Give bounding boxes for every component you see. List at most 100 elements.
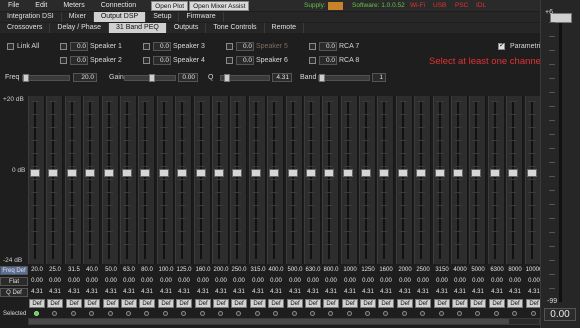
band-def-button[interactable]: Def bbox=[470, 299, 486, 308]
eq-band-21[interactable] bbox=[396, 96, 413, 264]
eq-band-track[interactable] bbox=[71, 101, 73, 259]
eq-band-10[interactable] bbox=[194, 96, 211, 264]
menu-connection[interactable]: Connection bbox=[93, 2, 144, 9]
band-def-button[interactable]: Def bbox=[213, 299, 229, 308]
master-fader[interactable] bbox=[540, 0, 580, 328]
band-select-radio[interactable] bbox=[475, 311, 480, 316]
eq-band-track[interactable] bbox=[108, 101, 110, 259]
eq-band-thumb[interactable] bbox=[232, 168, 242, 177]
eq-band-thumb[interactable] bbox=[361, 168, 371, 177]
eq-band-track[interactable] bbox=[292, 101, 294, 259]
band-def-button[interactable]: Def bbox=[489, 299, 505, 308]
band-select-radio[interactable] bbox=[531, 311, 536, 316]
menu-file[interactable]: File bbox=[0, 2, 27, 9]
eq-band-15[interactable] bbox=[286, 96, 303, 264]
eq-band-thumb[interactable] bbox=[140, 168, 150, 177]
band-select-radio[interactable] bbox=[383, 311, 388, 316]
link-all-checkbox[interactable] bbox=[7, 43, 14, 50]
eq-band-16[interactable] bbox=[304, 96, 321, 264]
band-def-button[interactable]: Def bbox=[378, 299, 394, 308]
eq-band-thumb[interactable] bbox=[343, 168, 353, 177]
band-def-button[interactable]: Def bbox=[397, 299, 413, 308]
band-slider-thumb[interactable] bbox=[319, 74, 325, 82]
band-select-radio[interactable] bbox=[273, 311, 278, 316]
eq-band-track[interactable] bbox=[420, 101, 422, 259]
eq-band-track[interactable] bbox=[494, 101, 496, 259]
band-select-radio[interactable] bbox=[236, 311, 241, 316]
eq-band-thumb[interactable] bbox=[122, 168, 132, 177]
band-select-radio[interactable] bbox=[512, 311, 517, 316]
band-def-button[interactable]: Def bbox=[342, 299, 358, 308]
eq-band-track[interactable] bbox=[273, 101, 275, 259]
eq-band-track[interactable] bbox=[512, 101, 514, 259]
channel-gain-6[interactable]: 0.0 bbox=[236, 56, 254, 65]
channel-gain-8[interactable]: 0.0 bbox=[319, 56, 337, 65]
band-select-radio[interactable] bbox=[439, 311, 444, 316]
master-value[interactable]: 0.00 bbox=[544, 308, 576, 321]
tab-crossovers[interactable]: Crossovers bbox=[0, 23, 51, 33]
tab-31-band-peq[interactable]: 31 Band PEQ bbox=[109, 23, 167, 33]
eq-band-track[interactable] bbox=[126, 101, 128, 259]
band-def-button[interactable]: Def bbox=[287, 299, 303, 308]
band-select-radio[interactable] bbox=[402, 311, 407, 316]
channel-gain-2[interactable]: 0.0 bbox=[70, 56, 88, 65]
q-slider[interactable] bbox=[220, 74, 270, 82]
eq-band-track[interactable] bbox=[347, 101, 349, 259]
tab-output-dsp[interactable]: Output DSP bbox=[93, 12, 147, 22]
tab-firmware[interactable]: Firmware bbox=[179, 12, 224, 22]
channel-gain-5[interactable]: 0.0 bbox=[236, 42, 254, 51]
parametric-checkbox[interactable] bbox=[498, 41, 505, 50]
tab-outputs[interactable]: Outputs bbox=[167, 23, 207, 33]
tab-mixer[interactable]: Mixer bbox=[62, 12, 94, 22]
eq-band-17[interactable] bbox=[322, 96, 339, 264]
channel-checkbox-5[interactable] bbox=[226, 43, 233, 50]
band-select-radio[interactable] bbox=[347, 311, 352, 316]
channel-gain-4[interactable]: 0.0 bbox=[153, 56, 171, 65]
q-slider-thumb[interactable] bbox=[224, 74, 230, 82]
open-mixer-assist-button[interactable]: Open Mixer Assist bbox=[189, 0, 250, 11]
band-select-radio[interactable] bbox=[292, 311, 297, 316]
eq-band-thumb[interactable] bbox=[398, 168, 408, 177]
eq-band-track[interactable] bbox=[52, 101, 54, 259]
eq-band-track[interactable] bbox=[457, 101, 459, 259]
eq-band-thumb[interactable] bbox=[104, 168, 114, 177]
eq-band-track[interactable] bbox=[200, 101, 202, 259]
eq-band-11[interactable] bbox=[212, 96, 229, 264]
eq-band-thumb[interactable] bbox=[48, 168, 58, 177]
freq-slider[interactable] bbox=[22, 74, 70, 82]
eq-band-23[interactable] bbox=[433, 96, 450, 264]
eq-band-14[interactable] bbox=[267, 96, 284, 264]
tab-integration-dsi[interactable]: Integration DSI bbox=[0, 12, 62, 22]
eq-band-track[interactable] bbox=[531, 101, 533, 259]
band-select-radio[interactable] bbox=[457, 311, 462, 316]
channel-checkbox-2[interactable] bbox=[60, 57, 67, 64]
menu-meters[interactable]: Meters bbox=[55, 2, 92, 9]
band-select-radio[interactable] bbox=[310, 311, 315, 316]
eq-band-thumb[interactable] bbox=[324, 168, 334, 177]
freq-slider-thumb[interactable] bbox=[23, 74, 29, 82]
eq-band-25[interactable] bbox=[469, 96, 486, 264]
eq-band-track[interactable] bbox=[34, 101, 36, 259]
eq-band-track[interactable] bbox=[236, 101, 238, 259]
q-def-button[interactable]: Q Def bbox=[0, 288, 28, 297]
eq-band-thumb[interactable] bbox=[490, 168, 500, 177]
channel-checkbox-6[interactable] bbox=[226, 57, 233, 64]
eq-band-track[interactable] bbox=[144, 101, 146, 259]
eq-band-thumb[interactable] bbox=[288, 168, 298, 177]
eq-band-19[interactable] bbox=[359, 96, 376, 264]
eq-band-thumb[interactable] bbox=[379, 168, 389, 177]
channel-checkbox-8[interactable] bbox=[309, 57, 316, 64]
band-def-button[interactable]: Def bbox=[47, 299, 63, 308]
eq-band-thumb[interactable] bbox=[269, 168, 279, 177]
eq-band-track[interactable] bbox=[89, 101, 91, 259]
band-def-button[interactable]: Def bbox=[507, 299, 523, 308]
eq-band-track[interactable] bbox=[328, 101, 330, 259]
channel-checkbox-3[interactable] bbox=[143, 43, 150, 50]
band-select-radio[interactable] bbox=[181, 311, 186, 316]
band-select-radio[interactable] bbox=[89, 311, 94, 316]
band-def-button[interactable]: Def bbox=[305, 299, 321, 308]
master-fader-track[interactable] bbox=[559, 18, 562, 302]
band-def-button[interactable]: Def bbox=[195, 299, 211, 308]
band-def-button[interactable]: Def bbox=[29, 299, 45, 308]
band-def-button[interactable]: Def bbox=[66, 299, 82, 308]
